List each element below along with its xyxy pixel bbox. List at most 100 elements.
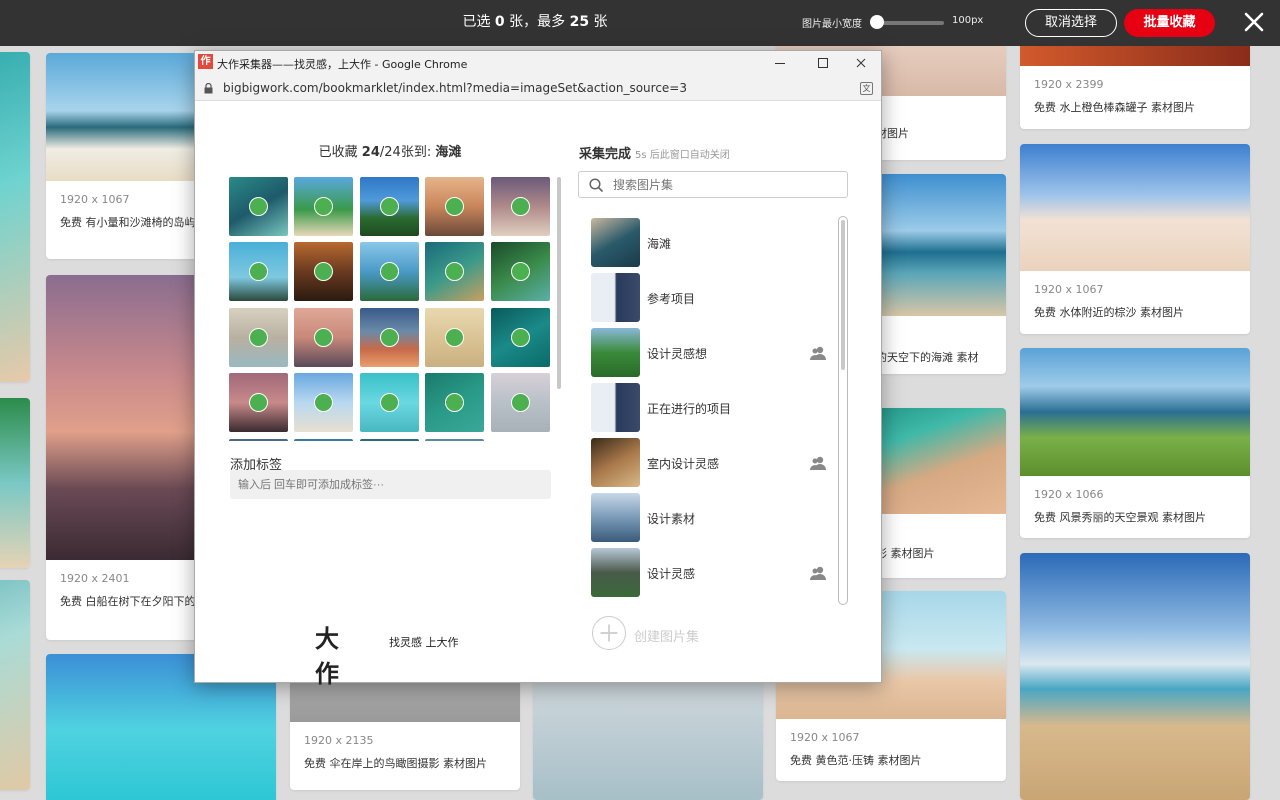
- translate-icon[interactable]: 文: [860, 82, 873, 95]
- logo-text: 大作: [315, 625, 339, 688]
- lock-icon: [204, 83, 213, 94]
- collected-thumb[interactable]: [491, 373, 550, 432]
- scrollbar-thumb[interactable]: [841, 220, 845, 370]
- collected-thumb[interactable]: [491, 308, 550, 367]
- selected-count: 0: [494, 14, 505, 30]
- tag-input[interactable]: [230, 470, 551, 499]
- batch-collect-button[interactable]: 批量收藏: [1124, 9, 1215, 37]
- check-icon: [249, 197, 268, 216]
- card-image[interactable]: [0, 52, 30, 382]
- board-item[interactable]: 设计灵感: [591, 548, 831, 598]
- page-url[interactable]: bigbigwork.com/bookmarklet/index.html?me…: [223, 81, 687, 95]
- board-thumbnail: [591, 218, 640, 267]
- plus-icon: [592, 616, 626, 650]
- selection-text: 已选: [462, 14, 495, 30]
- check-icon: [380, 262, 399, 281]
- image-description: 免费 伞在岸上的鸟瞰图摄影 素材图片: [304, 757, 487, 770]
- collected-thumb[interactable]: [294, 177, 353, 236]
- board-search-box[interactable]: [578, 171, 848, 198]
- shared-users-icon: [810, 346, 826, 360]
- image-card[interactable]: [533, 680, 763, 800]
- image-description: 免费 风景秀丽的天空景观 素材图片: [1034, 511, 1206, 524]
- board-item[interactable]: 室内设计灵感: [591, 438, 831, 488]
- collected-thumb[interactable]: [229, 308, 288, 367]
- collected-thumb[interactable]: [229, 242, 288, 301]
- check-icon: [511, 393, 530, 412]
- window-titlebar: 作 大作采集器——找灵感，上大作 - Google Chrome: [195, 51, 881, 76]
- collected-thumb[interactable]: [425, 308, 484, 367]
- address-bar[interactable]: bigbigwork.com/bookmarklet/index.html?me…: [195, 76, 881, 101]
- slider-handle[interactable]: [870, 15, 884, 29]
- collected-thumb[interactable]: [360, 308, 419, 367]
- board-thumbnail: [591, 383, 640, 432]
- image-dimensions: 1920 x 2399: [1034, 78, 1104, 91]
- collected-text: /24张到:: [379, 145, 436, 160]
- check-icon: [511, 328, 530, 347]
- grid-scrollbar[interactable]: [557, 177, 561, 389]
- board-item[interactable]: 海滩: [591, 218, 831, 268]
- image-dimensions: 1920 x 1066: [1034, 488, 1104, 501]
- window-title: 大作采集器——找灵感，上大作 - Google Chrome: [217, 58, 468, 71]
- image-card[interactable]: [0, 398, 30, 568]
- check-icon: [380, 393, 399, 412]
- max-count: 25: [569, 14, 590, 30]
- check-icon: [314, 197, 333, 216]
- image-card[interactable]: [1020, 553, 1250, 800]
- logo-slogan: 找灵感 上大作: [389, 636, 459, 649]
- board-list-scrollbar[interactable]: [838, 216, 848, 605]
- board-thumbnail: [591, 548, 640, 597]
- collected-thumb[interactable]: [425, 373, 484, 432]
- collected-images-grid: [229, 177, 554, 441]
- collected-thumb[interactable]: [360, 242, 419, 301]
- collected-thumb[interactable]: [491, 177, 550, 236]
- board-name: 室内设计灵感: [647, 457, 720, 471]
- card-image[interactable]: [0, 580, 30, 790]
- target-board-name: 海滩: [435, 145, 462, 160]
- collected-thumb[interactable]: [229, 439, 288, 441]
- collected-thumb[interactable]: [294, 439, 353, 441]
- collected-thumb[interactable]: [229, 373, 288, 432]
- min-width-label: 图片最小宽度: [802, 19, 862, 30]
- card-image[interactable]: [1020, 348, 1250, 476]
- window-close-icon[interactable]: [841, 51, 881, 76]
- image-card[interactable]: [0, 580, 30, 790]
- card-image[interactable]: [1020, 144, 1250, 271]
- minimize-icon[interactable]: [760, 51, 800, 76]
- collected-thumb[interactable]: [294, 308, 353, 367]
- collected-thumb[interactable]: [229, 177, 288, 236]
- image-card[interactable]: 1920 x 1066 免费 风景秀丽的天空景观 素材图片: [1020, 348, 1250, 538]
- card-image[interactable]: [1020, 553, 1250, 800]
- collected-thumb[interactable]: [360, 439, 419, 441]
- selection-text: 张，最多: [504, 14, 570, 30]
- check-icon: [445, 328, 464, 347]
- board-item[interactable]: 设计素材: [591, 493, 831, 543]
- card-image[interactable]: [0, 398, 30, 568]
- collected-thumb[interactable]: [491, 242, 550, 301]
- image-card[interactable]: 1920 x 1067 免费 水体附近的棕沙 素材图片: [1020, 144, 1250, 334]
- maximize-icon[interactable]: [803, 51, 843, 76]
- image-card[interactable]: [0, 52, 30, 382]
- cancel-selection-button[interactable]: 取消选择: [1025, 9, 1117, 37]
- board-name: 海滩: [647, 237, 672, 251]
- check-icon: [314, 328, 333, 347]
- create-board-label: 创建图片集: [634, 630, 700, 645]
- board-thumbnail: [591, 328, 640, 377]
- check-icon: [445, 393, 464, 412]
- check-icon: [249, 262, 268, 281]
- collected-thumb[interactable]: [294, 242, 353, 301]
- board-item[interactable]: 参考项目: [591, 273, 831, 323]
- collected-thumb[interactable]: [360, 177, 419, 236]
- board-name: 正在进行的项目: [647, 402, 732, 416]
- min-width-slider[interactable]: [876, 21, 944, 25]
- board-item[interactable]: 正在进行的项目: [591, 383, 831, 433]
- card-image[interactable]: [533, 680, 763, 800]
- collected-thumb[interactable]: [425, 439, 484, 441]
- close-icon[interactable]: [1243, 11, 1265, 33]
- shared-users-icon: [810, 456, 826, 470]
- collected-thumb[interactable]: [425, 177, 484, 236]
- collected-thumb[interactable]: [294, 373, 353, 432]
- board-search-input[interactable]: [613, 176, 833, 194]
- collected-thumb[interactable]: [425, 242, 484, 301]
- board-item[interactable]: 设计灵感想: [591, 328, 831, 378]
- collected-thumb[interactable]: [360, 373, 419, 432]
